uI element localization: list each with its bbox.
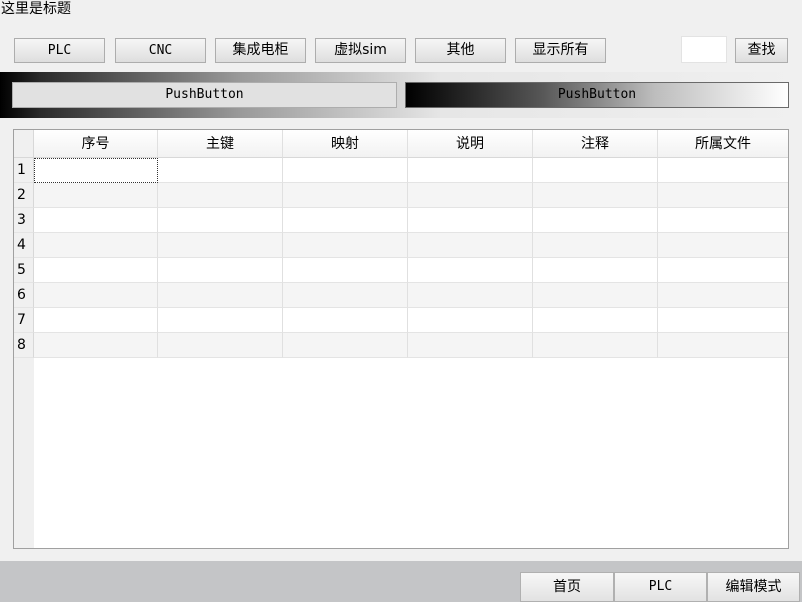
- table-cell[interactable]: [283, 258, 408, 283]
- table-cell[interactable]: [34, 158, 158, 183]
- table-corner[interactable]: [14, 130, 34, 158]
- column-header-comment[interactable]: 注释: [533, 130, 658, 158]
- table-cell[interactable]: [533, 233, 658, 258]
- row-header[interactable]: 8: [14, 333, 34, 358]
- table-cell[interactable]: [533, 158, 658, 183]
- row-header[interactable]: 5: [14, 258, 34, 283]
- table-cell[interactable]: [283, 158, 408, 183]
- table-cell[interactable]: [158, 233, 283, 258]
- table-body: 1 2 3 4 5 6 7 8: [14, 158, 788, 358]
- column-header-serial[interactable]: 序号: [34, 130, 158, 158]
- table-cell[interactable]: [658, 158, 788, 183]
- cnc-button[interactable]: CNC: [115, 38, 206, 63]
- table-cell[interactable]: [283, 333, 408, 358]
- edit-mode-button[interactable]: 编辑模式: [707, 572, 800, 602]
- table-cell[interactable]: [34, 233, 158, 258]
- table-cell[interactable]: [533, 208, 658, 233]
- table-row: 2: [14, 183, 788, 208]
- plc-nav-button[interactable]: PLC: [614, 572, 707, 602]
- table-cell[interactable]: [533, 333, 658, 358]
- table-cell[interactable]: [408, 283, 533, 308]
- table-row: 6: [14, 283, 788, 308]
- table-cell[interactable]: [34, 308, 158, 333]
- column-header-description[interactable]: 说明: [408, 130, 533, 158]
- table-cell[interactable]: [34, 283, 158, 308]
- table-cell[interactable]: [283, 308, 408, 333]
- table-cell[interactable]: [658, 283, 788, 308]
- table-cell[interactable]: [158, 258, 283, 283]
- column-header-mapping[interactable]: 映射: [283, 130, 408, 158]
- table-cell[interactable]: [533, 258, 658, 283]
- table-cell[interactable]: [408, 333, 533, 358]
- table-cell[interactable]: [658, 258, 788, 283]
- table-cell[interactable]: [658, 208, 788, 233]
- search-input[interactable]: [681, 36, 727, 63]
- table-cell[interactable]: [158, 333, 283, 358]
- table-cell[interactable]: [658, 183, 788, 208]
- row-header[interactable]: 3: [14, 208, 34, 233]
- table-cell[interactable]: [158, 183, 283, 208]
- table-cell[interactable]: [408, 183, 533, 208]
- plc-button[interactable]: PLC: [14, 38, 105, 63]
- table-cell[interactable]: [34, 183, 158, 208]
- table-cell[interactable]: [158, 208, 283, 233]
- row-header[interactable]: 1: [14, 158, 34, 183]
- table-cell[interactable]: [408, 158, 533, 183]
- table-row: 7: [14, 308, 788, 333]
- table-cell[interactable]: [158, 158, 283, 183]
- table-row: 1: [14, 158, 788, 183]
- search-button[interactable]: 查找: [735, 38, 788, 63]
- row-header[interactable]: 6: [14, 283, 34, 308]
- table-row: 8: [14, 333, 788, 358]
- table-cell[interactable]: [533, 283, 658, 308]
- table-cell[interactable]: [283, 183, 408, 208]
- integrated-cabinet-button[interactable]: 集成电柜: [215, 38, 306, 63]
- table-cell[interactable]: [533, 308, 658, 333]
- push-button-right[interactable]: PushButton: [405, 82, 789, 108]
- table-row: 3: [14, 208, 788, 233]
- push-button-left[interactable]: PushButton: [12, 82, 397, 108]
- data-table[interactable]: 序号 主键 映射 说明 注释 所属文件 1 2 3 4 5 6 7 8: [13, 129, 789, 549]
- table-cell[interactable]: [34, 333, 158, 358]
- window-title: 这里是标题: [1, 1, 71, 17]
- column-header-primary-key[interactable]: 主键: [158, 130, 283, 158]
- table-cell[interactable]: [408, 233, 533, 258]
- table-cell[interactable]: [408, 308, 533, 333]
- table-cell[interactable]: [34, 208, 158, 233]
- table-cell[interactable]: [658, 333, 788, 358]
- show-all-button[interactable]: 显示所有: [515, 38, 606, 63]
- table-cell[interactable]: [283, 283, 408, 308]
- table-cell[interactable]: [658, 308, 788, 333]
- table-cell[interactable]: [658, 233, 788, 258]
- table-row: 4: [14, 233, 788, 258]
- row-header[interactable]: 7: [14, 308, 34, 333]
- table-cell[interactable]: [408, 208, 533, 233]
- table-header-row: 序号 主键 映射 说明 注释 所属文件: [34, 130, 788, 158]
- table-cell[interactable]: [158, 308, 283, 333]
- virtual-sim-button[interactable]: 虚拟sim: [315, 38, 406, 63]
- column-header-file[interactable]: 所属文件: [658, 130, 788, 158]
- table-cell[interactable]: [283, 233, 408, 258]
- table-cell[interactable]: [408, 258, 533, 283]
- table-cell[interactable]: [158, 283, 283, 308]
- row-header[interactable]: 4: [14, 233, 34, 258]
- other-button[interactable]: 其他: [415, 38, 506, 63]
- table-cell[interactable]: [533, 183, 658, 208]
- table-cell[interactable]: [283, 208, 408, 233]
- table-row: 5: [14, 258, 788, 283]
- home-button[interactable]: 首页: [520, 572, 614, 602]
- table-cell[interactable]: [34, 258, 158, 283]
- row-header[interactable]: 2: [14, 183, 34, 208]
